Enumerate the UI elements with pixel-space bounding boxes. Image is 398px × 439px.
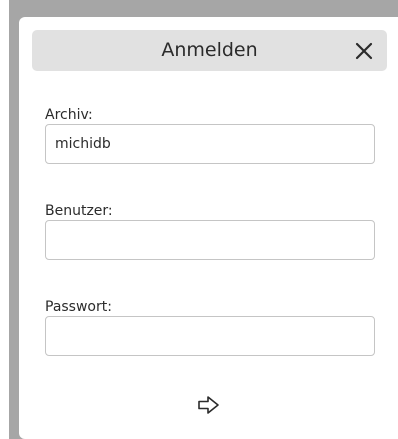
user-label: Benutzer:	[45, 203, 113, 219]
close-button[interactable]	[349, 36, 379, 66]
password-input[interactable]	[45, 316, 375, 356]
login-dialog: Anmelden Archiv: Benutzer: Passwort:	[19, 17, 398, 439]
dialog-title: Anmelden	[161, 39, 258, 61]
user-input[interactable]	[45, 220, 375, 260]
arrow-right-icon	[198, 396, 219, 414]
archive-input[interactable]	[45, 124, 375, 164]
login-submit-button[interactable]	[195, 391, 223, 419]
page-edge	[0, 0, 9, 439]
dialog-header: Anmelden	[32, 30, 387, 71]
password-label: Passwort:	[45, 299, 112, 315]
archive-label: Archiv:	[45, 107, 93, 123]
close-icon	[355, 42, 373, 60]
